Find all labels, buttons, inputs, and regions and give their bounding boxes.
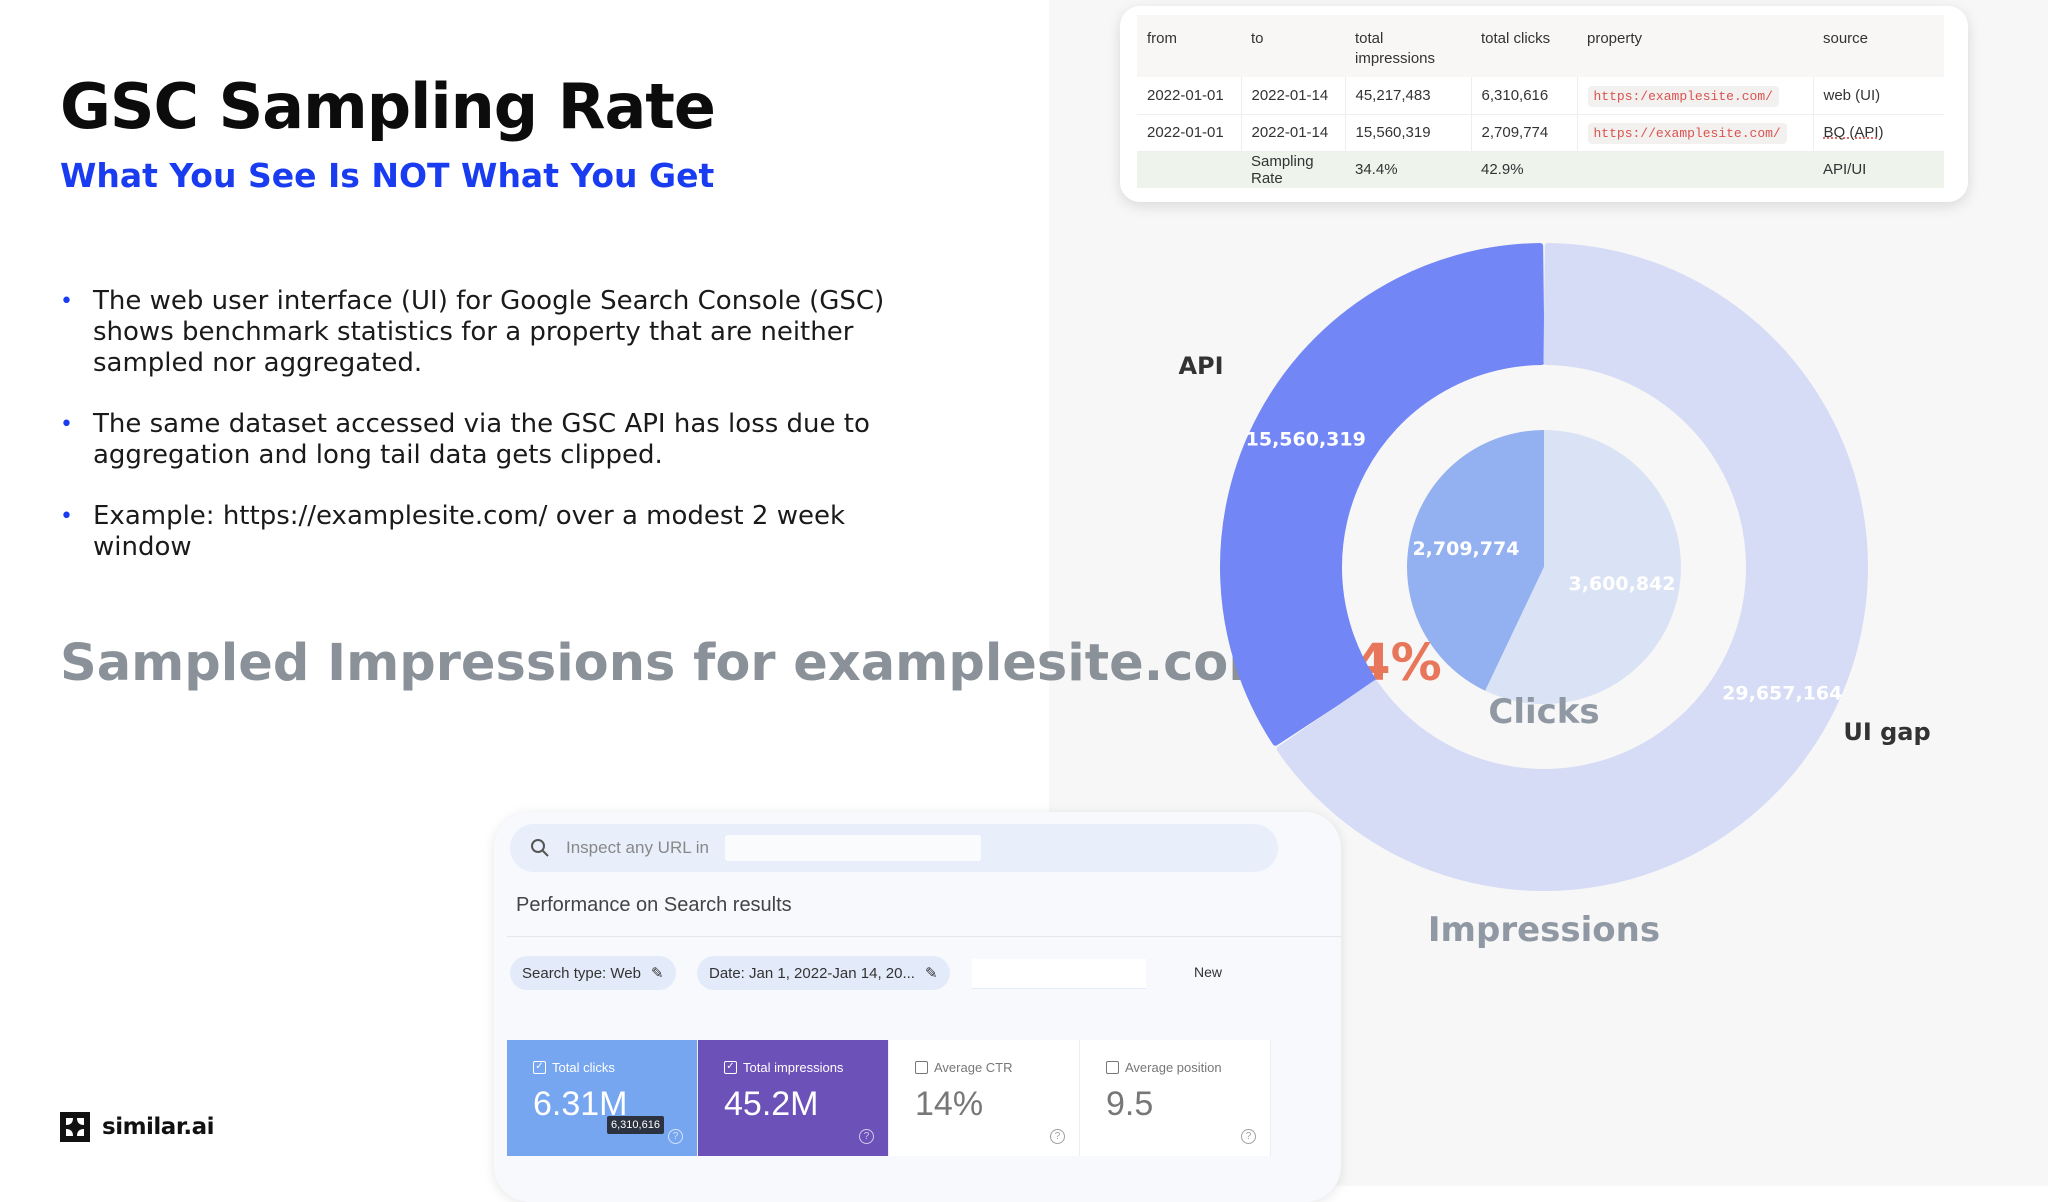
metric-tile[interactable]: ✓ Total clicks 6.31M? 6,310,616 xyxy=(507,1040,698,1156)
sampling-table-card: from to total impressions total clicks p… xyxy=(1120,6,1968,202)
metric-label-text: Total impressions xyxy=(743,1060,844,1075)
new-filter-button[interactable]: New xyxy=(1194,964,1222,980)
metric-value: 14% xyxy=(915,1085,984,1123)
metric-tile[interactable]: Average CTR 14%? xyxy=(889,1040,1080,1156)
similar-ai-logo-icon xyxy=(60,1112,90,1142)
metric-tile[interactable]: Average position 9.5? xyxy=(1080,1040,1271,1156)
logo: similar.ai xyxy=(60,1112,215,1142)
metric-label: Average CTR xyxy=(915,1060,1079,1075)
gsc-performance-card: Inspect any URL in Performance on Search… xyxy=(494,812,1341,1202)
impressions-ui-gap-slice-label: 29,657,164 xyxy=(1722,682,1842,704)
legend-label-ui-gap: UI gap xyxy=(1843,718,1931,746)
table-header: from xyxy=(1137,15,1241,77)
metric-value: 45.2M xyxy=(724,1085,819,1123)
help-icon[interactable]: ? xyxy=(1050,1129,1065,1144)
metric-value: 9.5 xyxy=(1106,1085,1154,1123)
url-inspect-search[interactable]: Inspect any URL in xyxy=(510,824,1278,872)
cell-from: 2022-01-01 xyxy=(1137,114,1242,152)
help-icon[interactable]: ? xyxy=(1241,1129,1256,1144)
table-header: total clicks xyxy=(1471,15,1577,77)
legend-label-api: API xyxy=(1178,352,1224,380)
source-text: BQ (API) xyxy=(1823,124,1884,141)
chip-label: Search type: Web xyxy=(522,964,641,982)
ring-label-impressions: Impressions xyxy=(1427,910,1661,950)
cell xyxy=(1137,151,1241,188)
chip-label: Date: Jan 1, 2022-Jan 14, 20... xyxy=(709,964,915,982)
metric-label: ✓ Total impressions xyxy=(724,1060,888,1075)
cell-rate-source: API/UI xyxy=(1813,151,1944,188)
cell-to: 2022-01-14 xyxy=(1241,114,1346,152)
cell-clicks: 6,310,616 xyxy=(1471,77,1578,115)
sampling-rate-row: Sampling Rate 34.4% 42.9% API/UI xyxy=(1137,151,1944,188)
table-header: property xyxy=(1577,15,1813,77)
bullet-list: The web user interface (UI) for Google S… xyxy=(60,286,900,593)
checkbox-checked-icon[interactable]: ✓ xyxy=(724,1061,737,1074)
clicks-ui-gap-slice-label: 3,600,842 xyxy=(1569,573,1676,595)
help-icon[interactable]: ? xyxy=(668,1129,683,1144)
cell xyxy=(1577,151,1813,188)
page-title: GSC Sampling Rate xyxy=(60,70,716,143)
bullet-item: Example: https://examplesite.com/ over a… xyxy=(60,501,900,563)
cell-source: web (UI) xyxy=(1813,77,1944,115)
ring-label-clicks: Clicks xyxy=(1488,692,1600,732)
metric-label-text: Total clicks xyxy=(552,1060,615,1075)
cell-from: 2022-01-01 xyxy=(1137,77,1242,115)
property-code: https://examplesite.com/ xyxy=(1587,123,1787,144)
table-header: source xyxy=(1813,15,1944,77)
cell-clicks-rate: 42.9% xyxy=(1471,151,1577,188)
cell-to: 2022-01-14 xyxy=(1241,77,1346,115)
page-subtitle: What You See Is NOT What You Get xyxy=(60,156,715,195)
table-row: 2022-01-01 2022-01-14 15,560,319 2,709,7… xyxy=(1137,114,1944,152)
checkbox-unchecked-icon[interactable] xyxy=(915,1061,928,1074)
cell-rate-label: Sampling Rate xyxy=(1241,151,1345,188)
bullet-item: The web user interface (UI) for Google S… xyxy=(60,286,900,379)
metric-tile[interactable]: ✓ Total impressions 45.2M? xyxy=(698,1040,889,1156)
metric-label-text: Average CTR xyxy=(934,1060,1013,1075)
search-type-chip[interactable]: Search type: Web ✎ xyxy=(510,956,676,990)
impressions-api-slice-label: 15,560,319 xyxy=(1246,429,1366,451)
cell-source: BQ (API) xyxy=(1813,114,1944,152)
metric-label: Average position xyxy=(1106,1060,1270,1075)
metric-label-text: Average position xyxy=(1125,1060,1222,1075)
help-icon[interactable]: ? xyxy=(859,1129,874,1144)
pencil-icon: ✎ xyxy=(650,965,664,982)
metric-tiles: ✓ Total clicks 6.31M? 6,310,616 ✓ Total impre… xyxy=(507,1040,1271,1156)
checkbox-unchecked-icon[interactable] xyxy=(1106,1061,1119,1074)
filter-chip-blank[interactable] xyxy=(972,959,1146,989)
search-input[interactable] xyxy=(725,835,981,861)
table-row: 2022-01-01 2022-01-14 45,217,483 6,310,6… xyxy=(1137,77,1944,115)
clicks-api-slice-label: 2,709,774 xyxy=(1412,538,1519,560)
value-tooltip: 6,310,616 xyxy=(607,1116,664,1134)
sampling-table: from to total impressions total clicks p… xyxy=(1137,15,1944,188)
cell-property: https://examplesite.com/ xyxy=(1577,114,1814,152)
date-chip[interactable]: Date: Jan 1, 2022-Jan 14, 20... ✎ xyxy=(697,956,950,990)
bullet-item: The same dataset accessed via the GSC AP… xyxy=(60,409,900,471)
performance-title: Performance on Search results xyxy=(516,894,792,916)
metric-label: ✓ Total clicks xyxy=(533,1060,697,1075)
divider xyxy=(507,936,1341,937)
cell-property: https:/examplesite.com/ xyxy=(1577,77,1814,115)
cell-impressions: 15,560,319 xyxy=(1345,114,1472,152)
checkbox-checked-icon[interactable]: ✓ xyxy=(533,1061,546,1074)
table-header: total impressions xyxy=(1345,15,1471,77)
search-icon xyxy=(531,839,549,857)
property-code: https:/examplesite.com/ xyxy=(1587,85,1779,107)
pencil-icon: ✎ xyxy=(924,965,938,982)
cell-clicks: 2,709,774 xyxy=(1471,114,1578,152)
cell-impressions-rate: 34.4% xyxy=(1345,151,1471,188)
search-placeholder: Inspect any URL in xyxy=(566,838,709,857)
logo-text: similar.ai xyxy=(102,1114,215,1140)
cell-impressions: 45,217,483 xyxy=(1345,77,1472,115)
table-header: to xyxy=(1241,15,1345,77)
